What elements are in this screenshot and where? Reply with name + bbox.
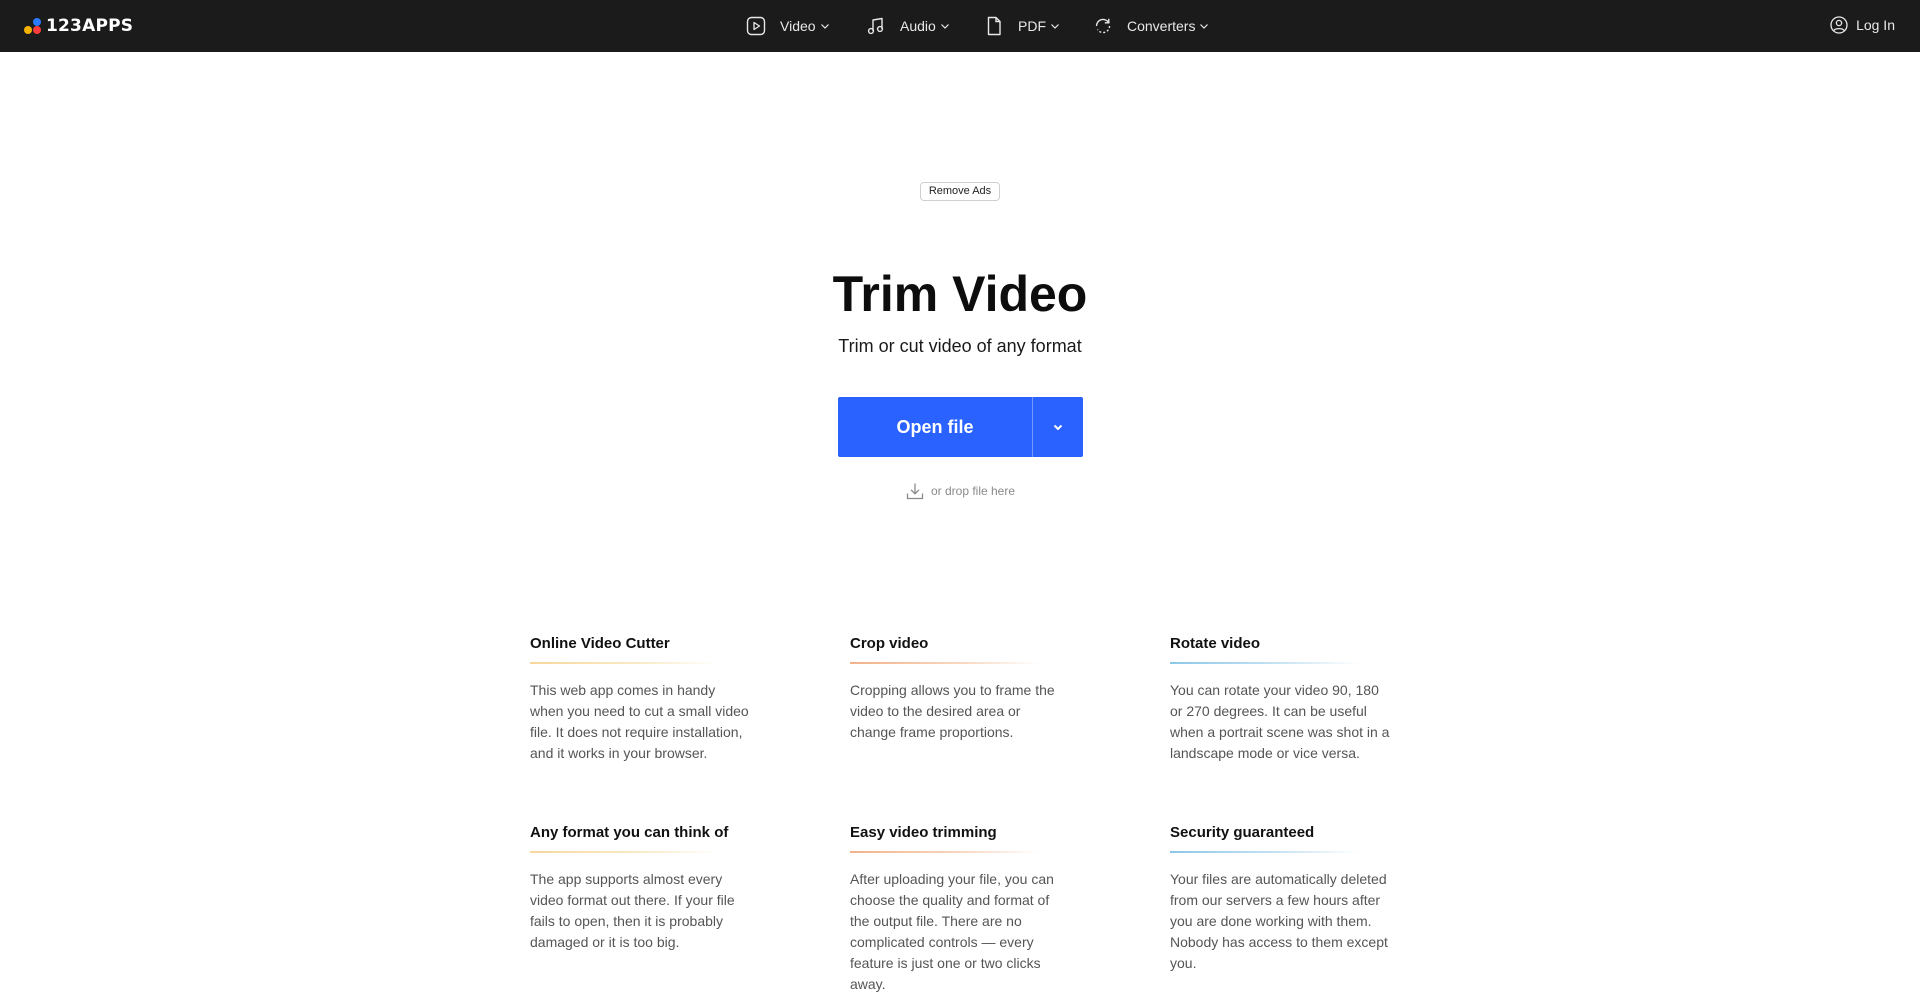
feature-divider: [1170, 851, 1360, 853]
feature-online-video-cutter: Online Video Cutter This web app comes i…: [530, 634, 750, 764]
remove-ads-button[interactable]: Remove Ads: [920, 182, 1000, 201]
chevron-down-icon: [1053, 424, 1063, 431]
feature-divider: [850, 851, 1040, 853]
nav-item-label: Converters: [1127, 18, 1196, 34]
document-icon: [987, 16, 1001, 36]
drop-hint-text: or drop file here: [930, 484, 1016, 498]
brand-logo[interactable]: 123APPS: [24, 14, 133, 38]
nav-item-label: Video: [780, 18, 816, 34]
login-button[interactable]: Log In: [1830, 16, 1895, 34]
feature-text: This web app comes in handy when you nee…: [530, 682, 749, 761]
nav-item-pdf[interactable]: PDF: [984, 16, 1060, 36]
feature-text: Your files are automatically deleted fro…: [1170, 871, 1388, 971]
nav-item-label: Audio: [900, 18, 936, 34]
chevron-down-icon: [940, 24, 949, 29]
nav-item-video[interactable]: Video: [746, 16, 830, 36]
page-subtitle: Trim or cut video of any format: [838, 336, 1082, 356]
logo-dots-icon: [24, 16, 42, 36]
chevron-down-icon: [1200, 24, 1209, 29]
nav-item-label: PDF: [1018, 18, 1046, 34]
top-navigation-bar: 123APPS Video Audio PDF Converters Log I…: [0, 0, 1920, 52]
drop-zone-hint: or drop file here: [0, 481, 1920, 501]
feature-divider: [530, 851, 720, 853]
open-file-dropdown-button[interactable]: [1033, 397, 1083, 457]
chevron-down-icon: [1051, 24, 1059, 29]
feature-title: Security guaranteed: [1170, 824, 1315, 841]
feature-rotate-video: Rotate video You can rotate your video 9…: [1170, 634, 1390, 764]
download-tray-icon: [906, 483, 924, 500]
open-file-button-group: Open file: [838, 397, 1083, 457]
chevron-down-icon: [820, 24, 829, 29]
brand-name: 123APPS: [46, 16, 134, 36]
feature-security-guaranteed: Security guaranteed Your files are autom…: [1170, 823, 1390, 974]
music-note-icon: [867, 17, 884, 35]
nav-item-audio[interactable]: Audio: [866, 16, 950, 36]
feature-any-format: Any format you can think of The app supp…: [530, 823, 750, 953]
feature-title: Online Video Cutter: [530, 635, 670, 652]
refresh-icon: [1095, 18, 1111, 34]
login-label: Log In: [1856, 17, 1895, 33]
feature-crop-video: Crop video Cropping allows you to frame …: [850, 634, 1070, 743]
feature-title: Any format you can think of: [530, 824, 729, 841]
feature-text: After uploading your file, you can choos…: [850, 871, 1054, 992]
feature-divider: [850, 662, 1040, 664]
feature-divider: [530, 662, 720, 664]
feature-text: You can rotate your video 90, 180 or 270…: [1170, 682, 1390, 761]
feature-title: Crop video: [850, 635, 929, 652]
feature-text: Cropping allows you to frame the video t…: [850, 682, 1055, 740]
open-file-button[interactable]: Open file: [838, 397, 1032, 457]
feature-text: The app supports almost every video form…: [530, 871, 735, 950]
feature-title: Rotate video: [1170, 635, 1261, 652]
nav-item-converters[interactable]: Converters: [1093, 16, 1253, 36]
feature-title: Easy video trimming: [850, 824, 997, 841]
feature-divider: [1170, 662, 1360, 664]
user-circle-icon: [1830, 16, 1848, 34]
page-title: Trim Video: [832, 266, 1088, 322]
feature-easy-trimming: Easy video trimming After uploading your…: [850, 823, 1070, 993]
play-square-icon: [746, 16, 766, 36]
